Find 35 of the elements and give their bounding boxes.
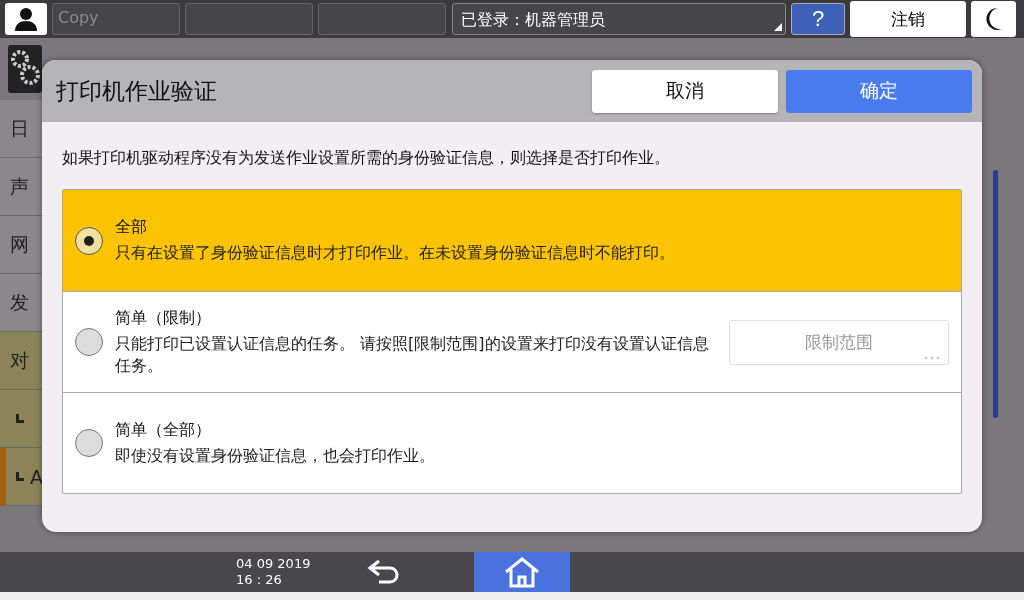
empty-field[interactable]	[185, 3, 313, 35]
option-description: 只有在设置了身份验证信息时才打印作业。在未设置身份验证信息时不能打印。	[115, 242, 676, 264]
ellipsis-icon	[924, 355, 940, 360]
dialog-description: 如果打印机驱动程序没有为发送作业设置所需的身份验证信息，则选择是否打印作业。	[61, 147, 671, 169]
person-icon	[14, 7, 38, 31]
time-text: 16 : 26	[236, 572, 283, 588]
option-row[interactable]: 全部 只有在设置了身份验证信息时才打印作业。在未设置身份验证信息时不能打印。	[63, 190, 961, 291]
date-text: 04 09 2019	[236, 556, 312, 572]
sidebar-item-text: A	[30, 465, 43, 488]
sleep-button[interactable]	[971, 1, 1016, 37]
ok-button[interactable]: 确定	[786, 69, 972, 113]
home-button[interactable]	[474, 552, 570, 592]
login-status-dropdown[interactable]: 已登录：机器管理员	[452, 3, 786, 35]
logout-button[interactable]: 注销	[850, 1, 966, 37]
corner-triangle-icon	[774, 23, 782, 31]
option-row[interactable]: 简单（全部） 即使没有设置身份验证信息，也会打印作业。	[63, 392, 961, 493]
option-title: 全部	[115, 217, 148, 238]
corner-icon	[16, 414, 24, 423]
home-icon	[503, 556, 541, 588]
user-button[interactable]	[5, 3, 47, 35]
option-description: 即使没有设置身份验证信息，也会打印作业。	[115, 444, 436, 467]
gears-icon	[8, 45, 42, 93]
option-description: 只能打印已设置认证信息的任务。 请按照[限制范围]的设置来打印没有设置认证信息任务。	[115, 332, 710, 377]
login-status-text: 已登录：机器管理员	[461, 10, 605, 29]
corner-icon	[16, 472, 24, 481]
option-title: 简单（限制）	[115, 307, 212, 329]
option-title: 简单（全部）	[115, 419, 212, 441]
dialog-title: 打印机作业验证	[56, 76, 218, 106]
cancel-button[interactable]: 取消	[592, 69, 778, 113]
empty-field[interactable]	[318, 3, 446, 35]
scrollbar[interactable]	[993, 170, 998, 418]
radio-button[interactable]	[75, 328, 103, 356]
radio-button[interactable]	[75, 226, 103, 255]
radio-button[interactable]	[75, 429, 103, 457]
help-button[interactable]: ?	[791, 3, 845, 35]
